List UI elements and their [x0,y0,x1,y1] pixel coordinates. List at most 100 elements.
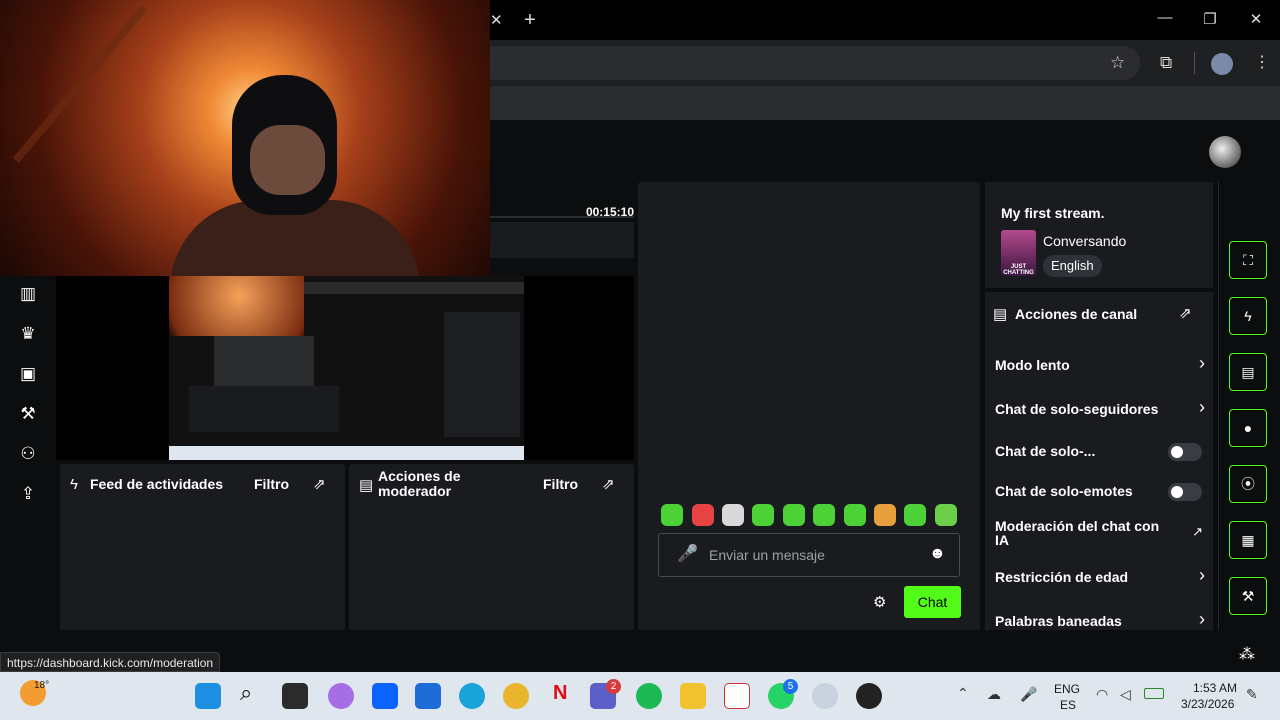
emote-6[interactable] [813,504,835,526]
more-options-icon[interactable]: ⁂ [1239,644,1255,664]
action-slow-mode[interactable]: Modo lento › [995,353,1205,377]
emoji-icon[interactable]: ☻ [929,545,946,563]
microphone-tray-icon[interactable]: 🎤 [1020,686,1037,703]
microphone-icon[interactable]: 🎤 [677,544,698,564]
emote-1[interactable] [661,504,683,526]
stream-timer: 00:15:10 [585,205,634,219]
preview-webcam [169,276,304,336]
chevron-right-icon: › [1199,353,1205,373]
tray-chevron-icon[interactable]: ⌃ [957,685,969,702]
notes-icon: ▤ [359,477,374,494]
edge-icon[interactable] [459,683,485,709]
chat-input-placeholder[interactable]: Enviar un mensaje [709,547,825,563]
link-status-bar: https://dashboard.kick.com/moderation [0,652,221,672]
wifi-icon[interactable]: ◠ [1096,686,1108,703]
action-label: Chat de solo-seguidores [995,401,1159,417]
weather-temp: 18° [34,680,50,691]
emote-8[interactable] [874,504,896,526]
activity-feed-panel: ϟ Feed de actividades Filtro ⇗ [60,464,345,630]
emotes-only-toggle[interactable] [1168,483,1202,501]
file-explorer-icon[interactable] [680,683,706,709]
emote-4[interactable] [752,504,774,526]
activity-filter-button[interactable]: Filtro [254,476,289,492]
new-tab-button[interactable]: + [510,9,550,32]
video-icon[interactable]: ▣ [14,360,42,388]
close-tab-icon[interactable]: ✕ [490,11,503,29]
chevron-right-icon: › [1199,611,1205,629]
emote-2[interactable] [692,504,714,526]
spotify-icon[interactable] [636,683,662,709]
lightning-icon: ϟ [70,476,78,493]
action-age-restriction[interactable]: Restricción de edad › [995,565,1205,589]
store-icon[interactable] [415,683,441,709]
close-window-button[interactable]: ✕ [1236,10,1276,28]
person-face [250,125,325,195]
chrome-profile-icon[interactable] [812,683,838,709]
cloud-icon[interactable]: ☁ [987,686,1001,703]
user-avatar[interactable] [1209,136,1241,168]
action-subs-only: Chat de solo-... [995,441,1205,463]
action-emotes-only: Chat de solo-emotes [995,481,1205,503]
emote-9[interactable] [904,504,926,526]
preview-taskbar [169,446,524,460]
emote-5[interactable] [783,504,805,526]
clock-date[interactable]: 3/23/2026 [1181,697,1234,711]
mod-filter-button[interactable]: Filtro [543,476,578,492]
subs-only-toggle[interactable] [1168,443,1202,461]
preview-sidebar [444,312,520,437]
popout-icon[interactable]: ⇗ [313,475,326,493]
upload-icon[interactable]: ⇪ [14,480,42,508]
volume-icon[interactable]: ◁ [1120,686,1131,703]
users-icon[interactable]: ⚇ [14,440,42,468]
whatsapp-badge: 5 [783,679,798,694]
preview-nested [214,336,314,386]
popout-icon[interactable]: ⇗ [602,475,615,493]
chat-bubble-icon[interactable]: ● [1229,409,1267,447]
chrome-icon[interactable] [503,683,529,709]
popout-icon[interactable]: ⇗ [1179,304,1192,322]
minimize-button[interactable]: — [1145,9,1185,26]
snipping-tool-icon[interactable] [724,683,750,709]
lang-bottom[interactable]: ES [1060,698,1076,712]
profile-avatar[interactable] [1211,53,1233,75]
task-view-icon[interactable] [282,683,308,709]
chat-send-button[interactable]: Chat [904,586,961,618]
dashboard-icon[interactable]: ▥ [14,280,42,308]
emote-10[interactable] [935,504,957,526]
category-thumb-text: JUST CHATTING [1003,264,1034,276]
chevron-right-icon: › [1199,565,1205,585]
capture-icon[interactable]: ⛶ [1229,241,1267,279]
clock-time[interactable]: 1:53 AM [1193,681,1237,695]
action-followers-only[interactable]: Chat de solo-seguidores › [995,397,1205,421]
chat-settings-gear-icon[interactable]: ⚙ [873,593,886,611]
notes-icon[interactable]: ▤ [1229,353,1267,391]
obs-icon[interactable] [856,683,882,709]
bookmark-star-icon[interactable]: ☆ [1110,53,1125,73]
wrench-icon[interactable]: ⚒ [1229,577,1267,615]
windows-start-icon[interactable] [195,683,221,709]
browser-menu-icon[interactable]: ⋮ [1254,52,1270,72]
action-banned-words[interactable]: Palabras baneadas › [995,611,1205,630]
trophy-icon[interactable]: ♛ [14,320,42,348]
emote-3[interactable] [722,504,744,526]
wrench-icon[interactable]: ⚒ [14,400,42,428]
battery-icon[interactable] [1144,688,1164,699]
action-ai-moderation[interactable]: Moderación del chat con IA ↗ [995,518,1205,550]
dropbox-icon[interactable] [372,683,398,709]
chat-input-box[interactable]: 🎤 Enviar un mensaje ☻ [658,533,960,577]
restore-button[interactable]: ❐ [1190,10,1230,28]
address-bar[interactable]: ☆ [490,46,1140,80]
lang-top[interactable]: ENG [1054,682,1080,696]
copilot-icon[interactable] [328,683,354,709]
search-icon[interactable]: ⌕ [240,680,252,706]
teams-badge: 2 [606,679,621,694]
channel-actions-title: Acciones de canal [1015,306,1138,322]
layout-icon[interactable]: ▦ [1229,521,1267,559]
extensions-icon[interactable]: ⧉ [1160,53,1172,73]
emote-7[interactable] [844,504,866,526]
notification-icon[interactable]: ✎ [1246,686,1258,703]
netflix-icon[interactable]: N [553,682,567,705]
lightning-icon[interactable]: ϟ [1229,297,1267,335]
broadcast-icon[interactable]: ⦿ [1229,465,1267,503]
preview-strip [490,222,634,258]
